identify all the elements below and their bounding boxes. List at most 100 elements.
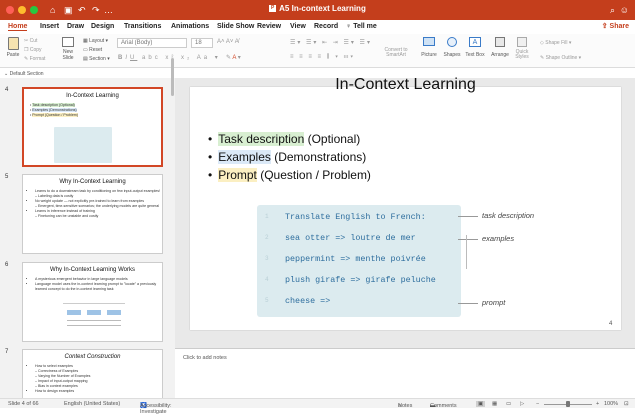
code-line: cheese => [285, 296, 331, 306]
reset-button[interactable]: ▭ Reset [83, 47, 102, 53]
format-painter-button[interactable]: ✎ Format [24, 56, 45, 62]
search-icon[interactable]: ⌕ [610, 4, 615, 16]
thumbnail-title: Why In-Context Learning [59, 179, 126, 185]
tab-insert[interactable]: Insert [40, 23, 59, 30]
layout-icon: ▦ [83, 38, 88, 44]
thumbnail-title: Why In-Context Learning Works [50, 267, 135, 273]
shape-outline-button[interactable]: ✎ Shape Outline ▾ [540, 55, 581, 61]
copy-label: Copy [29, 47, 42, 53]
slide-sorter-button[interactable]: ▦ [492, 401, 497, 407]
thumbnail-bullet: How to design examples [35, 389, 162, 394]
slide-thumbnail-4[interactable]: In-Context Learning • Task description (… [22, 87, 163, 167]
text-box-button[interactable]: A Text Box [464, 37, 486, 58]
arrange-button[interactable]: Arrange [490, 37, 510, 58]
copy-button[interactable]: ❐ Copy [24, 47, 42, 53]
cut-button[interactable]: ✂ Cut [24, 38, 37, 44]
ribbon-tabs: Home Insert Draw Design Transitions Anim… [0, 20, 635, 34]
prompt-example-code-block[interactable]: 1 Translate English to French: 2 sea ott… [257, 205, 461, 317]
quick-styles-button[interactable]: Quick Styles [512, 37, 532, 60]
normal-view-button[interactable]: ▣ [476, 401, 486, 407]
task-connector-line [458, 216, 478, 217]
tab-design[interactable]: Design [91, 23, 114, 30]
shapes-button[interactable]: Shapes [442, 37, 462, 58]
section-header[interactable]: ⌄ Default Section [4, 71, 44, 77]
tab-slide-show[interactable]: Slide Show [217, 23, 254, 30]
thumbnail-bullets: How to select examples – Correctness of … [35, 364, 162, 394]
shape-outline-label: Shape Outline [545, 55, 578, 61]
slide-bullet: Prompt (Question / Problem) [208, 166, 371, 184]
line-number: 4 [265, 276, 269, 283]
font-size-select[interactable]: 18 [191, 38, 213, 48]
thumbnail-scrollbar[interactable] [171, 58, 174, 96]
slide-bullet: Examples (Demonstrations) [208, 148, 371, 166]
slide-thumbnail-7[interactable]: Context Construction How to select examp… [22, 349, 163, 404]
share-label: Share [609, 23, 629, 30]
account-icon[interactable]: ☺ [620, 4, 629, 16]
shape-fill-label: Shape Fill [545, 40, 568, 46]
share-button[interactable]: ⇪ Share [602, 22, 629, 30]
layout-label: Layout [89, 38, 105, 44]
examples-bracket [466, 235, 467, 269]
new-slide-button[interactable]: New Slide [57, 37, 79, 61]
font-style-buttons[interactable]: BIU abc x² x₂ Aa ▾ [118, 54, 221, 61]
thumbnail-title: In-Context Learning [66, 93, 119, 99]
slide-number: 6 [5, 262, 9, 268]
shape-fill-button[interactable]: ◇ Shape Fill ▾ [540, 40, 571, 46]
slide-title[interactable]: In-Context Learning [190, 76, 621, 94]
quick-styles-label: Quick Styles [515, 49, 529, 60]
tab-animations[interactable]: Animations [171, 23, 209, 30]
slideshow-button[interactable]: ▷ [520, 401, 524, 407]
tab-tell-me[interactable]: ♀ Tell me [346, 23, 377, 30]
fit-slide-icon[interactable]: ⊡ [624, 401, 629, 407]
code-line: plush girafe => girafe peluche [285, 275, 436, 285]
bullet-text: (Demonstrations) [270, 150, 367, 164]
zoom-slider-thumb[interactable] [566, 401, 570, 407]
slide-thumbnail-5[interactable]: Why In-Context Learning Learns to do a d… [22, 174, 163, 254]
thumbnail-bullet: Language model uses the in-context learn… [35, 282, 162, 292]
language-indicator[interactable]: English (United States) [64, 401, 120, 407]
thumbnail-bullet-text: Task description (Optional) [32, 103, 75, 107]
text-box-icon: A [469, 37, 481, 47]
slide-thumbnail-6[interactable]: Why In-Context Learning Works A mysterio… [22, 262, 163, 342]
tab-transitions[interactable]: Transitions [124, 23, 161, 30]
new-slide-icon [62, 37, 74, 47]
paste-button[interactable]: Paste [4, 37, 22, 58]
bullet-highlight: Examples [218, 150, 271, 164]
slide-bullet-list[interactable]: Task description (Optional) Examples (De… [208, 130, 371, 184]
new-slide-label: New Slide [62, 49, 74, 61]
list-buttons[interactable]: ☰▾ ☰▾ ⇤ ⇥ ☰▾ ☰▾ [290, 39, 372, 46]
layout-button[interactable]: ▦ Layout ▾ [83, 38, 108, 44]
quick-styles-icon [517, 37, 527, 47]
bullet-text: (Optional) [304, 132, 361, 146]
section-button[interactable]: ▤ Section ▾ [83, 56, 110, 62]
reset-label: Reset [89, 47, 103, 53]
zoom-level[interactable]: 100% [604, 401, 618, 407]
font-color-button[interactable]: ✎ A ▾ [226, 54, 241, 61]
font-name-select[interactable]: Arial (Body) [117, 38, 187, 48]
window-title-text: A5 In-context Learning [279, 4, 366, 13]
tab-review[interactable]: Review [257, 23, 281, 30]
font-size-buttons[interactable]: A˄ A˅ A̸ [217, 39, 239, 45]
reading-view-button[interactable]: ▭ [506, 401, 511, 407]
notes-pane[interactable]: Click to add notes [175, 348, 635, 398]
picture-button[interactable]: Picture [418, 37, 440, 58]
zoom-in-button[interactable]: + [596, 401, 599, 407]
file-icon: P [269, 5, 277, 13]
clipboard-icon [7, 37, 19, 50]
tab-record[interactable]: Record [314, 23, 338, 30]
text-box-label: Text Box [465, 52, 485, 58]
clear-format-icon: A̸ [234, 39, 239, 45]
reset-icon: ▭ [83, 47, 88, 53]
comments-toggle-label: Comments [430, 403, 457, 409]
slide-thumbnails-panel: 4 In-Context Learning • Task description… [0, 58, 175, 404]
convert-smartart-button[interactable]: Convert to SmartArt [378, 48, 414, 58]
arrange-label: Arrange [491, 52, 509, 58]
tab-draw[interactable]: Draw [67, 23, 84, 30]
alignment-buttons[interactable]: ≡ ≡ ≡ ≡ ⫼ ▾ ☷▾ [290, 54, 355, 61]
lightbulb-icon: ♀ [346, 23, 352, 30]
paint-bucket-icon: ◇ [540, 40, 544, 46]
slide-counter: Slide 4 of 66 [8, 401, 39, 407]
tab-home[interactable]: Home [8, 23, 28, 31]
tab-view[interactable]: View [290, 23, 306, 30]
zoom-out-button[interactable]: − [536, 401, 539, 407]
